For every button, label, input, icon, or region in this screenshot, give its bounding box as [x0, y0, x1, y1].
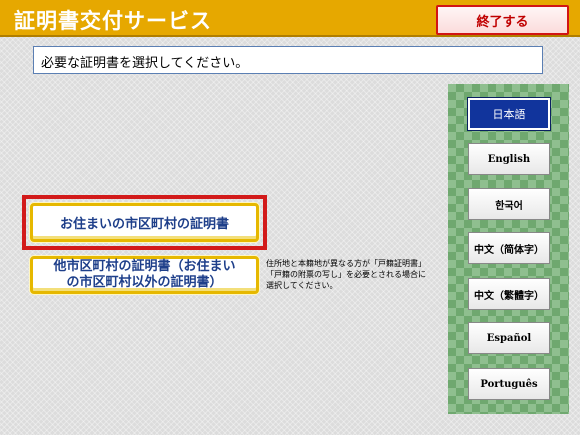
header-bar: 証明書交付サービス 終了する [0, 0, 580, 37]
language-chinese-simplified-button[interactable]: 中文（简体字） [468, 232, 550, 264]
instruction-text: 必要な証明書を選択してください。 [33, 46, 543, 74]
other-municipality-certificate-button[interactable]: 他市区町村の証明書（お住まい の市区町村以外の証明書） [30, 256, 259, 294]
language-korean-button[interactable]: 한국어 [468, 188, 550, 220]
end-button[interactable]: 終了する [436, 5, 569, 35]
language-spanish-button[interactable]: Español [468, 322, 550, 354]
language-english-button[interactable]: English [468, 143, 550, 175]
residence-certificate-button[interactable]: お住まいの市区町村の証明書 [30, 203, 259, 242]
other-certificate-note: 住所地と本籍地が異なる方が「戸籍証明書」「戸籍の附票の写し」を必要とされる場合に… [266, 259, 426, 290]
language-japanese-button[interactable]: 日本語 [467, 97, 551, 131]
language-chinese-traditional-button[interactable]: 中文（繁體字） [468, 278, 550, 310]
language-portuguese-button[interactable]: Português [468, 368, 550, 400]
app-title: 証明書交付サービス [14, 9, 212, 33]
